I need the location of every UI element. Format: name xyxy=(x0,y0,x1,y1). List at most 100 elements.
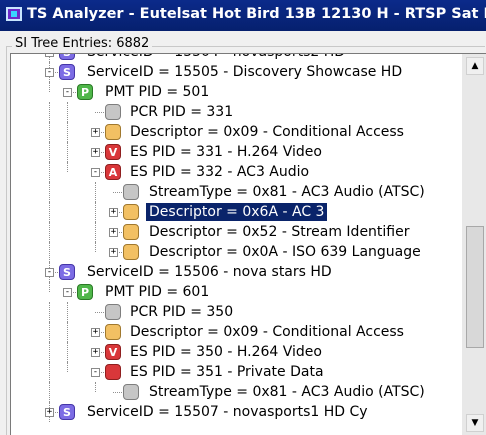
video-icon: V xyxy=(105,144,121,160)
tree-row-label: ServiceID = 15507 - novasports1 HD Cy xyxy=(87,404,368,420)
tree-line xyxy=(49,282,50,292)
collapse-icon[interactable]: - xyxy=(91,168,100,177)
tree-row[interactable]: + V ES PID = 350 - H.264 Video xyxy=(11,342,463,362)
tree-row-label: PMT PID = 601 xyxy=(105,284,210,300)
tree-line xyxy=(49,142,50,162)
tree-row[interactable]: - A ES PID = 332 - AC3 Audio xyxy=(11,162,463,182)
info-icon xyxy=(105,104,121,120)
tree-line xyxy=(95,312,104,313)
tree-line xyxy=(49,202,50,222)
tree-line xyxy=(49,82,50,92)
expand-icon[interactable]: + xyxy=(109,208,118,217)
tree-line xyxy=(67,102,68,122)
tree-line xyxy=(67,122,68,142)
vertical-scrollbar[interactable]: ▲ ▼ xyxy=(462,54,486,435)
tree-row-label: PMT PID = 501 xyxy=(105,84,210,100)
tree-row[interactable]: - ES PID = 351 - Private Data xyxy=(11,362,463,382)
info-icon xyxy=(123,384,139,400)
tree-line xyxy=(95,222,96,242)
tree-rows: +SServiceID = 15504 - novasports2 HD-SSe… xyxy=(11,54,463,422)
tree-line xyxy=(67,302,68,322)
tree-row[interactable]: - P PMT PID = 501 xyxy=(11,82,463,102)
tree-line xyxy=(49,242,50,262)
tree-row-label: PCR PID = 350 xyxy=(130,304,234,320)
window-title: TS Analyzer - Eutelsat Hot Bird 13B 1213… xyxy=(27,6,486,22)
tree-line xyxy=(49,382,50,402)
collapse-icon[interactable]: - xyxy=(63,288,72,297)
tree-row[interactable]: + V ES PID = 331 - H.264 Video xyxy=(11,142,463,162)
service-icon: S xyxy=(59,404,75,420)
tree-row-label: ES PID = 351 - Private Data xyxy=(130,364,324,380)
tree-row[interactable]: + S ServiceID = 15507 - novasports1 HD Cy xyxy=(11,402,463,422)
tree-line xyxy=(49,362,50,382)
tree-line xyxy=(95,382,96,392)
tree-row[interactable]: + Descriptor = 0x09 - Conditional Access xyxy=(11,122,463,142)
tree-row-label: ES PID = 331 - H.264 Video xyxy=(130,144,322,160)
service-icon: S xyxy=(59,264,75,280)
collapse-icon[interactable]: - xyxy=(91,368,100,377)
expand-icon[interactable]: + xyxy=(109,248,118,257)
audio-icon: A xyxy=(105,164,121,180)
tree-line xyxy=(95,202,96,222)
scroll-up-arrow-icon[interactable]: ▲ xyxy=(466,57,484,75)
tree-row-label: ServiceID = 15504 - novasports2 HD xyxy=(84,54,348,61)
tree-row-label: Descriptor = 0x09 - Conditional Access xyxy=(130,324,404,340)
expand-icon[interactable]: + xyxy=(91,128,100,137)
tree-line xyxy=(113,392,122,393)
tree-row[interactable]: - P PMT PID = 601 xyxy=(11,282,463,302)
tree-row-label: ServiceID = 15505 - Discovery Showcase H… xyxy=(87,64,403,80)
tree-row[interactable]: - S ServiceID = 15506 - nova stars HD xyxy=(11,262,463,282)
tree-line xyxy=(49,222,50,242)
collapse-icon[interactable]: - xyxy=(45,68,54,77)
tree-line xyxy=(95,242,96,252)
tree-row[interactable]: PCR PID = 350 xyxy=(11,302,463,322)
si-tree-view[interactable]: +SServiceID = 15504 - novasports2 HD-SSe… xyxy=(10,53,486,435)
collapse-icon[interactable]: - xyxy=(63,88,72,97)
descriptor-icon xyxy=(105,124,121,140)
tree-line xyxy=(67,342,68,362)
expand-icon[interactable]: + xyxy=(91,148,100,157)
title-bar[interactable]: TS Analyzer - Eutelsat Hot Bird 13B 1213… xyxy=(0,0,486,31)
expand-icon[interactable]: + xyxy=(91,328,100,337)
tree-line xyxy=(95,182,96,202)
tree-row[interactable]: StreamType = 0x81 - AC3 Audio (ATSC) xyxy=(11,182,463,202)
tree-row-label: Descriptor = 0x0A - ISO 639 Language xyxy=(149,244,421,260)
expand-icon[interactable]: + xyxy=(45,408,54,417)
app-icon xyxy=(6,7,22,21)
tree-viewport: +SServiceID = 15504 - novasports2 HD-SSe… xyxy=(11,54,463,435)
tree-line xyxy=(49,302,50,322)
collapse-icon[interactable]: - xyxy=(45,268,54,277)
info-icon xyxy=(105,304,121,320)
descriptor-icon xyxy=(123,224,139,240)
scroll-thumb[interactable] xyxy=(466,226,484,348)
pmt-icon: P xyxy=(77,284,93,300)
video-icon: V xyxy=(105,344,121,360)
tree-row[interactable]: + S ServiceID = 15504 - novasports2 HD xyxy=(11,54,463,62)
tree-row[interactable]: PCR PID = 331 xyxy=(11,102,463,122)
tree-row[interactable]: + Descriptor = 0x09 - Conditional Access xyxy=(11,322,463,342)
descriptor-icon xyxy=(105,324,121,340)
tree-row[interactable]: + Descriptor = 0x6A - AC 3 xyxy=(11,202,463,222)
tree-row[interactable]: + Descriptor = 0x0A - ISO 639 Language xyxy=(11,242,463,262)
expand-icon[interactable]: + xyxy=(45,54,54,57)
tree-line xyxy=(67,162,68,172)
tree-row-label: ES PID = 332 - AC3 Audio xyxy=(130,164,310,180)
tree-line xyxy=(95,112,104,113)
tree-row[interactable]: - S ServiceID = 15505 - Discovery Showcase… xyxy=(11,62,463,82)
tree-line xyxy=(49,102,50,122)
service-icon: S xyxy=(59,64,75,80)
expand-icon[interactable]: + xyxy=(109,228,118,237)
tree-row-label: StreamType = 0x81 - AC3 Audio (ATSC) xyxy=(149,184,425,200)
tree-line xyxy=(49,162,50,182)
expand-icon[interactable]: + xyxy=(91,348,100,357)
tree-line xyxy=(67,322,68,342)
service-icon: S xyxy=(59,54,75,60)
tree-line xyxy=(113,192,122,193)
tree-row[interactable]: StreamType = 0x81 - AC3 Audio (ATSC) xyxy=(11,382,463,402)
tree-row[interactable]: + Descriptor = 0x52 - Stream Identifier xyxy=(11,222,463,242)
si-tree-entries-label: SI Tree Entries: 6882 xyxy=(12,36,153,51)
private-data-icon xyxy=(105,364,121,380)
scroll-down-arrow-icon[interactable]: ▼ xyxy=(466,414,484,432)
tree-line xyxy=(49,342,50,362)
tree-row-label: Descriptor = 0x52 - Stream Identifier xyxy=(149,224,410,240)
